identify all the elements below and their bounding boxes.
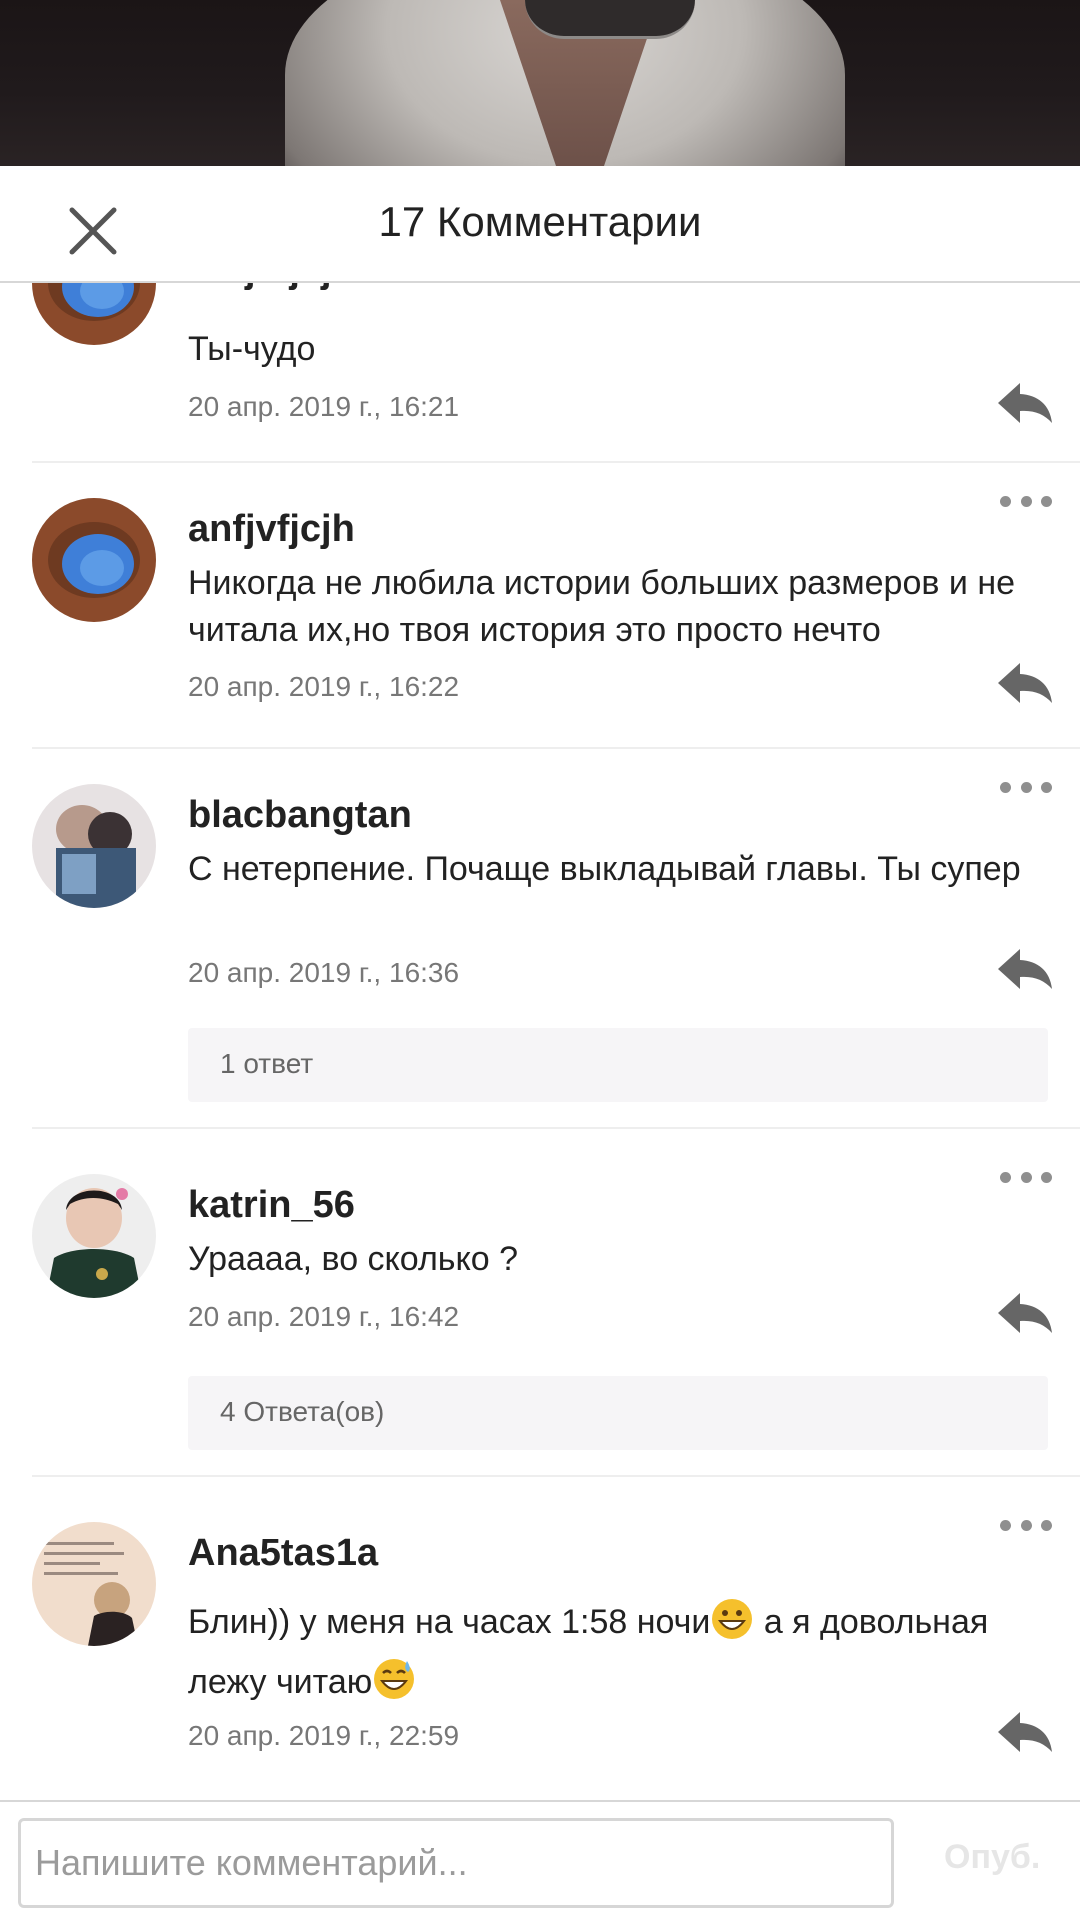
avatar[interactable] (32, 784, 156, 908)
avatar[interactable] (32, 1522, 156, 1646)
comment-divider (32, 1475, 1080, 1477)
comment-text: С нетерпение. Почаще выкладывай главы. Т… (188, 850, 1021, 888)
view-replies-button[interactable]: 4 Ответа(ов) (188, 1376, 1048, 1450)
comment-text: Ты-чудо (188, 330, 316, 368)
sweat-smile-emoji (374, 1659, 415, 1699)
comments-header: 17 Комментарии (0, 166, 1080, 283)
dot (1020, 781, 1032, 793)
dot (1041, 495, 1052, 507)
avatar[interactable] (32, 283, 156, 345)
reply-button[interactable] (996, 1710, 1054, 1754)
comment-timestamp: 20 апр. 2019 г., 16:21 (188, 391, 460, 422)
reply-icon (998, 1712, 1052, 1752)
comment-username[interactable]: anfjvfjcjh (188, 283, 355, 292)
comment-username[interactable]: Ana5tas1a (188, 1532, 378, 1575)
story-cover-image (0, 0, 1080, 166)
avatar[interactable] (32, 1174, 156, 1298)
dot (1020, 495, 1032, 507)
comment-text: Никогда не любила истории больших размер… (188, 564, 1016, 649)
comment-text: Ураааа, во сколько ? (188, 1240, 519, 1278)
comment-list[interactable]: anfjvfjcjh Ты-чудо 20 апр. 2019 г., 16:2… (0, 283, 1080, 1800)
dot (1000, 495, 1011, 507)
grinning-face-emoji (712, 1599, 753, 1639)
reply-icon (998, 1293, 1052, 1333)
dot (1020, 1519, 1032, 1531)
avatar[interactable] (32, 498, 156, 622)
comment-username[interactable]: katrin_56 (188, 1184, 355, 1227)
dot (1000, 1519, 1011, 1531)
comment-divider (32, 747, 1080, 749)
dot (1020, 1171, 1032, 1183)
comment-timestamp: 20 апр. 2019 г., 16:22 (188, 671, 460, 702)
dot (1041, 1171, 1052, 1183)
comment-timestamp: 20 апр. 2019 г., 22:59 (188, 1720, 460, 1751)
comment-divider (32, 461, 1080, 463)
dot (1000, 1171, 1011, 1183)
publish-button[interactable]: Опуб. (944, 1838, 1040, 1877)
comment-divider (32, 1127, 1080, 1129)
replies-count: 1 ответ (220, 1048, 314, 1079)
comment-text: Блин)) у меня на часах 1:58 ночи а я дов… (188, 1592, 1048, 1712)
cover-choker (525, 0, 695, 39)
comment-timestamp: 20 апр. 2019 г., 16:36 (188, 957, 460, 988)
comment-composer: Опуб. (0, 1800, 1080, 1922)
comment-timestamp: 20 апр. 2019 г., 16:42 (188, 1301, 460, 1332)
reply-button[interactable] (996, 947, 1054, 991)
view-replies-button[interactable]: 1 ответ (188, 1028, 1048, 1102)
reply-icon (998, 949, 1052, 989)
dot (1041, 1519, 1052, 1531)
comment-text-part: Блин)) у меня на часах 1:58 ночи (188, 1603, 711, 1641)
more-options-button[interactable] (1000, 1165, 1052, 1189)
more-options-button[interactable] (1000, 775, 1052, 799)
dot (1000, 781, 1011, 793)
reply-button[interactable] (996, 1291, 1054, 1335)
more-options-button[interactable] (1000, 1513, 1052, 1537)
reply-button[interactable] (996, 381, 1054, 425)
replies-count: 4 Ответа(ов) (220, 1396, 385, 1427)
dot (1041, 781, 1052, 793)
page-title: 17 Комментарии (378, 198, 702, 245)
more-options-button[interactable] (1000, 489, 1052, 513)
comment-input[interactable] (18, 1818, 894, 1908)
reply-icon (998, 383, 1052, 423)
reply-icon (998, 663, 1052, 703)
comment-username[interactable]: anfjvfjcjh (188, 508, 355, 551)
reply-button[interactable] (996, 661, 1054, 705)
comment-username[interactable]: blacbangtan (188, 794, 412, 837)
